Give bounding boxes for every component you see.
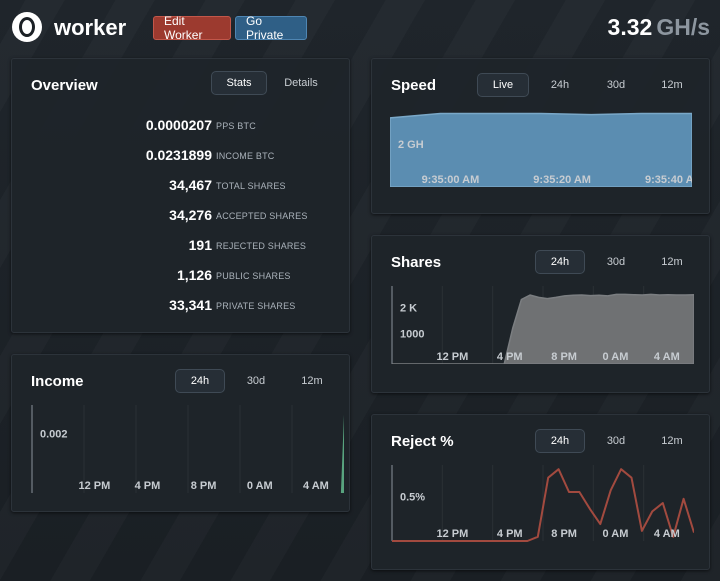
tab-24h[interactable]: 24h [535,429,585,453]
y-tick-label: 2 K [400,303,417,315]
hashrate-unit: GH/s [656,14,710,40]
stat-label: INCOME BTC [216,151,275,161]
y-tick-label: 0.5% [400,492,425,504]
stat-label: PUBLIC SHARES [216,271,291,281]
reject-panel: Reject % 24h 30d 12m 0.5% 12 PM 4 PM 8 PM 0 … [371,414,710,570]
x-tick-label: 0 AM [247,480,273,492]
header: worker Edit Worker Go Private 3.32 GH/s [0,0,720,56]
tab-30d[interactable]: 30d [591,250,641,274]
stat-row: 34,467 TOTAL SHARES [12,177,352,197]
stat-row: 1,126 PUBLIC SHARES [12,267,352,287]
x-tick-label: 4 AM [654,528,680,540]
y-tick-label: 1000 [400,328,424,340]
x-tick-label: 12 PM [437,528,469,540]
go-private-button[interactable]: Go Private [235,14,307,42]
stat-label: PPS BTC [216,121,256,131]
speed-chart: 2 GH 9:35:00 AM 9:35:20 AM 9:35:40 AM [390,112,692,187]
overview-title: Overview [31,77,98,94]
income-chart: 0.002 12 PM 4 PM 8 PM 0 AM 4 AM [31,405,344,493]
reject-title: Reject % [391,433,454,450]
stat-value: 1,126 [176,267,212,283]
stat-row: 33,341 PRIVATE SHARES [12,297,352,317]
income-panel: Income 24h 30d 12m 0.002 12 PM 4 PM 8 PM 0 A… [11,354,350,512]
edit-worker-button[interactable]: Edit Worker [153,14,231,42]
shares-tabs: 24h 30d 12m [535,250,697,274]
tab-12m[interactable]: 12m [647,429,697,453]
pool-logo-icon[interactable] [12,12,42,42]
stat-row: 0.0000207 PPS BTC [12,117,352,137]
tab-24h[interactable]: 24h [535,250,585,274]
x-tick-label: 4 AM [303,480,329,492]
tab-live[interactable]: Live [477,73,529,97]
x-tick-label: 4 PM [135,480,161,492]
worker-name: worker [54,15,127,40]
tab-12m[interactable]: 12m [647,250,697,274]
tab-details[interactable]: Details [271,71,331,95]
stat-value: 191 [188,237,212,253]
stat-value: 34,276 [169,207,212,223]
speed-tabs: Live 24h 30d 12m [477,73,697,97]
x-tick-label: 12 PM [437,351,469,363]
tab-24h[interactable]: 24h [175,369,225,393]
tab-30d[interactable]: 30d [591,73,641,97]
speed-panel: Speed Live 24h 30d 12m 2 GH 9:35:00 AM 9:3… [371,58,710,214]
x-tick-label: 12 PM [79,480,111,492]
x-tick-label: 9:35:00 AM [422,174,480,186]
stat-value: 0.0000207 [145,117,212,133]
tab-30d[interactable]: 30d [591,429,641,453]
stat-row: 191 REJECTED SHARES [12,237,352,257]
x-tick-label: 4 PM [497,528,523,540]
x-tick-label: 0 AM [603,351,629,363]
tab-stats[interactable]: Stats [211,71,267,95]
reject-chart: 0.5% 12 PM 4 PM 8 PM 0 AM 4 AM [391,465,694,542]
y-tick-label: 0.002 [40,429,68,441]
hashrate-display: 3.32 GH/s [608,14,710,41]
stat-value: 34,467 [169,177,212,193]
stat-row: 0.0231899 INCOME BTC [12,147,352,167]
income-title: Income [31,373,84,390]
speed-title: Speed [391,77,437,94]
x-tick-label: 8 PM [551,351,577,363]
stat-value: 0.0231899 [145,147,212,163]
x-tick-label: 0 AM [603,528,629,540]
stat-label: PRIVATE SHARES [216,301,296,311]
x-tick-label: 4 PM [497,351,523,363]
y-tick-label: 2 GH [398,139,424,151]
tab-12m[interactable]: 12m [287,369,337,393]
shares-title: Shares [391,254,442,271]
hashrate-value: 3.32 [607,14,653,40]
tab-30d[interactable]: 30d [231,369,281,393]
income-tabs: 24h 30d 12m [175,369,337,393]
stat-label: TOTAL SHARES [216,181,286,191]
x-tick-label: 8 PM [191,480,217,492]
stat-value: 33,341 [169,297,212,313]
stat-label: ACCEPTED SHARES [216,211,308,221]
tab-12m[interactable]: 12m [647,73,697,97]
stat-label: REJECTED SHARES [216,241,307,251]
x-tick-label: 8 PM [551,528,577,540]
tab-24h[interactable]: 24h [535,73,585,97]
stat-row: 34,276 ACCEPTED SHARES [12,207,352,227]
shares-panel: Shares 24h 30d 12m 2 K 1000 12 PM 4 PM 8 PM 0… [371,235,710,393]
overview-tabs: Stats Details [211,71,331,95]
overview-panel: Overview Stats Details 0.0000207 PPS BTC 0… [11,58,350,333]
shares-chart: 2 K 1000 12 PM 4 PM 8 PM 0 AM 4 AM [391,286,694,364]
x-tick-label: 4 AM [654,351,680,363]
x-tick-label: 9:35:40 AM [645,174,692,186]
reject-tabs: 24h 30d 12m [535,429,697,453]
x-tick-label: 9:35:20 AM [533,174,591,186]
